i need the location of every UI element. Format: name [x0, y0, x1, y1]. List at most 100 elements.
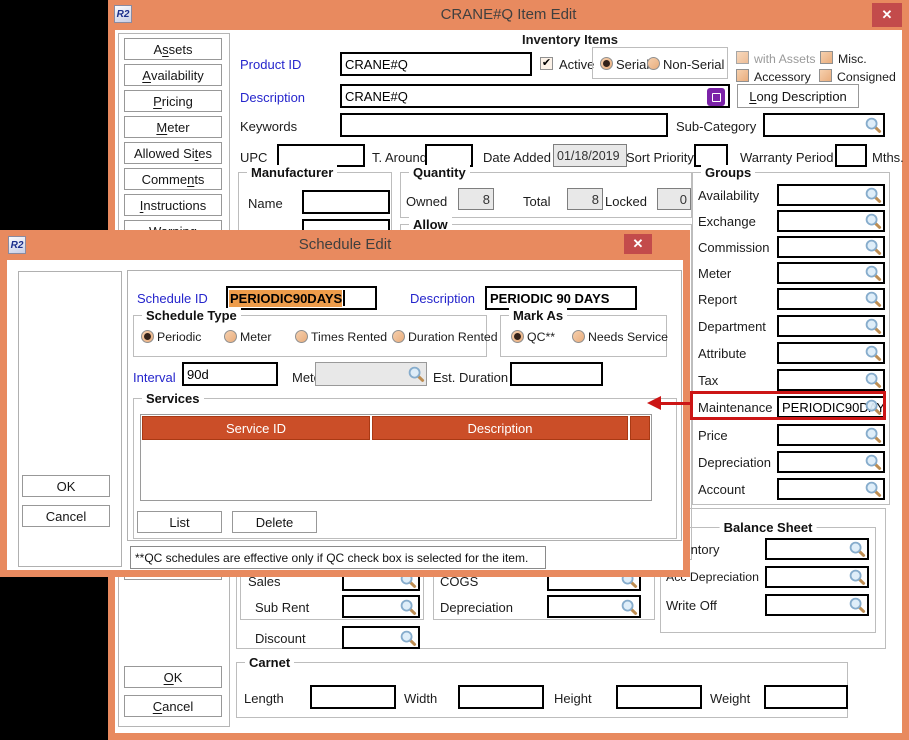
sub-rent-field[interactable]	[342, 595, 420, 618]
manufacturer-name-label: Name	[248, 196, 283, 211]
misc-checkbox[interactable]	[820, 51, 833, 64]
description-column-header[interactable]: Description	[372, 416, 628, 440]
close-icon[interactable]: ✕	[872, 3, 902, 27]
group-exchange-field[interactable]	[777, 210, 885, 232]
group-department-field[interactable]	[777, 315, 885, 337]
description-field[interactable]: CRANE#Q	[340, 84, 730, 108]
long-description-button[interactable]: Long Description	[737, 84, 859, 108]
group-account-label: Account	[698, 482, 745, 497]
sidebar-item-allowed-sites[interactable]: Allowed Sites	[124, 142, 222, 164]
sidebar-item-assets[interactable]: Assets	[124, 38, 222, 60]
search-icon[interactable]	[848, 540, 866, 558]
periodic-radio[interactable]	[141, 330, 154, 343]
product-id-field[interactable]: CRANE#Q	[340, 52, 532, 76]
sidebar-item-availability[interactable]: Availability	[124, 64, 222, 86]
t-around-field[interactable]	[425, 144, 473, 167]
schedule-edit-titlebar[interactable]: R2 Schedule Edit ✕	[0, 230, 690, 260]
acc-depreciation-field[interactable]	[765, 566, 869, 588]
search-icon[interactable]	[864, 290, 882, 308]
quantity-box-label: Quantity	[409, 165, 470, 180]
services-table-body[interactable]	[141, 440, 651, 500]
search-icon[interactable]	[864, 238, 882, 256]
group-commission-field[interactable]	[777, 236, 885, 258]
manufacturer-name-field[interactable]	[302, 190, 390, 214]
group-depreciation-field[interactable]	[777, 451, 885, 473]
item-edit-titlebar[interactable]: R2 CRANE#Q Item Edit ✕	[108, 0, 909, 30]
active-checkbox[interactable]	[540, 57, 553, 70]
est-duration-field[interactable]	[510, 362, 603, 386]
upc-field[interactable]	[277, 144, 365, 167]
keywords-field[interactable]	[340, 113, 668, 137]
dialog-ok-button[interactable]: OK	[22, 475, 110, 497]
consigned-checkbox[interactable]	[819, 69, 832, 82]
length-field[interactable]	[310, 685, 396, 709]
schedule-id-field[interactable]: PERIODIC90DAYS	[226, 286, 377, 310]
sidebar-item-instructions[interactable]: Instructions	[124, 194, 222, 216]
group-report-field[interactable]	[777, 288, 885, 310]
owned-label: Owned	[406, 194, 447, 209]
search-icon[interactable]	[848, 568, 866, 586]
cancel-button[interactable]: Cancel	[124, 695, 222, 717]
search-icon[interactable]	[399, 598, 417, 616]
discount-field[interactable]	[342, 626, 420, 649]
service-id-column-header[interactable]: Service ID	[142, 416, 370, 440]
group-account-field[interactable]	[777, 478, 885, 500]
group-price-field[interactable]	[777, 424, 885, 446]
search-icon[interactable]	[864, 264, 882, 282]
height-label: Height	[554, 691, 592, 706]
search-icon[interactable]	[399, 629, 417, 647]
width-field[interactable]	[458, 685, 544, 709]
needs-service-radio[interactable]	[572, 330, 585, 343]
ok-button[interactable]: OK	[124, 666, 222, 688]
search-icon[interactable]	[864, 212, 882, 230]
dialog-cancel-button[interactable]: Cancel	[22, 505, 110, 527]
gl-depreciation-label: Depreciation	[440, 600, 513, 615]
times-rented-radio[interactable]	[295, 330, 308, 343]
services-table: Service ID Description	[140, 414, 652, 501]
search-icon[interactable]	[864, 426, 882, 444]
search-icon[interactable]	[864, 371, 882, 389]
duration-rented-radio[interactable]	[392, 330, 405, 343]
search-icon[interactable]	[848, 596, 866, 614]
group-meter-field[interactable]	[777, 262, 885, 284]
inventory-field[interactable]	[765, 538, 869, 560]
delete-button[interactable]: Delete	[232, 511, 317, 533]
search-icon[interactable]	[864, 116, 882, 134]
sidebar-item-pricing[interactable]: Pricing	[124, 90, 222, 112]
sub-category-field[interactable]	[763, 113, 885, 137]
non-serial-radio[interactable]	[647, 57, 660, 70]
filler-column-header	[630, 416, 650, 440]
total-label: Total	[523, 194, 550, 209]
weight-field[interactable]	[764, 685, 848, 709]
interval-field[interactable]: 90d	[182, 362, 278, 386]
sidebar-item-meter[interactable]: Meter	[124, 116, 222, 138]
dialog-description-field[interactable]: PERIODIC 90 DAYS	[485, 286, 637, 310]
accessory-checkbox[interactable]	[736, 69, 749, 82]
search-icon[interactable]	[864, 480, 882, 498]
upc-label: UPC	[240, 150, 267, 165]
warranty-period-field[interactable]	[835, 144, 867, 167]
qc-radio[interactable]	[511, 330, 524, 343]
groups-box-label: Groups	[701, 165, 755, 180]
group-availability-field[interactable]	[777, 184, 885, 206]
serial-radio[interactable]	[600, 57, 613, 70]
group-attribute-field[interactable]	[777, 342, 885, 364]
gl-depreciation-field[interactable]	[547, 595, 641, 618]
write-off-field[interactable]	[765, 594, 869, 616]
list-button[interactable]: List	[137, 511, 222, 533]
height-field[interactable]	[616, 685, 702, 709]
search-icon[interactable]	[864, 317, 882, 335]
search-icon[interactable]	[620, 598, 638, 616]
group-tax-field[interactable]	[777, 369, 885, 391]
periodic-label: Periodic	[157, 330, 201, 345]
search-icon[interactable]	[407, 365, 425, 383]
schedule-type-label: Schedule Type	[142, 308, 241, 323]
search-icon[interactable]	[864, 453, 882, 471]
close-icon[interactable]: ✕	[624, 234, 652, 254]
sort-priority-field[interactable]	[694, 144, 728, 167]
search-icon[interactable]	[864, 186, 882, 204]
sidebar-item-comments[interactable]: Comments	[124, 168, 222, 190]
search-icon[interactable]	[864, 344, 882, 362]
meter-type-radio[interactable]	[224, 330, 237, 343]
long-description-popup-icon[interactable]	[707, 88, 725, 106]
